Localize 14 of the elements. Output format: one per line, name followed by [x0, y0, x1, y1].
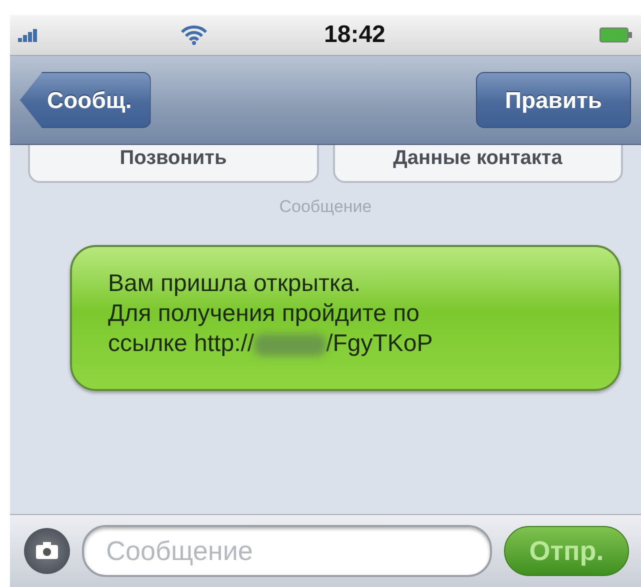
wifi-icon	[180, 25, 208, 45]
message-input-field[interactable]: Сообщение	[82, 525, 492, 577]
message-text: Для получения пройдите по	[108, 299, 421, 329]
camera-button[interactable]	[24, 528, 70, 574]
status-time: 18:42	[324, 21, 386, 49]
back-button[interactable]: Сообщ.	[20, 72, 151, 128]
edit-button[interactable]: Править	[476, 72, 631, 128]
battery-icon	[599, 27, 633, 43]
message-text: Вам пришла открытка.	[108, 269, 362, 299]
contact-action-button[interactable]: Данные контакта	[332, 145, 623, 183]
contact-action-button[interactable]: Позвонить	[28, 145, 318, 183]
message-link[interactable]: ссылке http:// /FgyTKoP	[108, 329, 593, 359]
timestamp: Сообщение	[278, 197, 373, 217]
camera-icon	[35, 542, 59, 560]
